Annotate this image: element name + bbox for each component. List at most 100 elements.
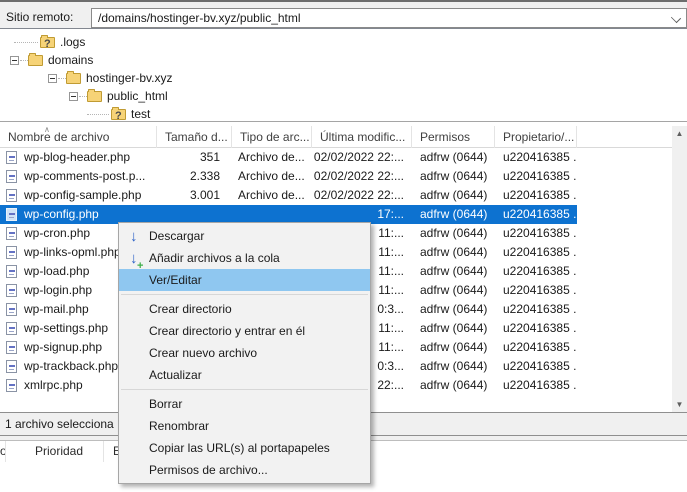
file-owner: u220416385 ... [495, 338, 577, 357]
tree-connector [58, 78, 66, 80]
column-header-perms[interactable]: Permisos [412, 126, 495, 148]
menu-item-create-file[interactable]: Crear nuevo archivo [119, 342, 370, 364]
file-permissions: adfrw (0644) [412, 148, 495, 167]
file-name: wp-blog-header.php [24, 150, 130, 164]
menu-item-label: Crear directorio [149, 302, 232, 316]
remote-tree-pane: .logs domains hostinger-bv.xyz public_ht… [0, 28, 687, 122]
vertical-scrollbar[interactable]: ▲ ▼ [672, 126, 687, 412]
menu-item-create-directory-enter[interactable]: Crear directorio y entrar en él [119, 320, 370, 342]
file-size: 3.001 [157, 186, 232, 205]
chevron-down-icon[interactable] [671, 13, 681, 23]
file-type: Archivo de... [232, 167, 312, 186]
menu-item-create-directory[interactable]: Crear directorio [119, 298, 370, 320]
file-name: wp-links-opml.php [24, 245, 121, 259]
folder-open-icon [87, 91, 102, 102]
table-row[interactable]: wp-blog-header.php 351 Archivo de... 02/… [0, 148, 577, 167]
menu-item-label: Borrar [149, 397, 182, 411]
file-owner: u220416385 ... [495, 224, 577, 243]
menu-item-refresh[interactable]: Actualizar [119, 364, 370, 386]
menu-item-delete[interactable]: Borrar [119, 393, 370, 415]
collapse-expander-icon[interactable] [10, 56, 19, 65]
remote-path-combobox[interactable]: /domains/hostinger-bv.xyz/public_html [91, 8, 687, 28]
file-owner: u220416385 ... [495, 243, 577, 262]
file-icon [6, 189, 17, 202]
file-name: wp-settings.php [24, 321, 108, 335]
menu-item-label: Copiar las URL(s) al portapapeles [149, 441, 330, 455]
menu-item-label: Renombrar [149, 419, 209, 433]
tree-connector [79, 96, 87, 98]
file-name: xmlrpc.php [24, 378, 83, 392]
tree-item-label: hostinger-bv.xyz [86, 70, 172, 87]
file-owner: u220416385 ... [495, 186, 577, 205]
column-header-size[interactable]: Tamaño d... [157, 126, 232, 148]
file-owner: u220416385 ... [495, 319, 577, 338]
add-to-queue-icon: ↓+ [127, 247, 145, 269]
file-owner: u220416385 ... [495, 262, 577, 281]
collapse-expander-icon[interactable] [69, 92, 78, 101]
menu-item-view-edit[interactable]: Ver/Editar [119, 269, 370, 291]
menu-separator [121, 389, 368, 390]
column-header-name[interactable]: Nombre de archivo [0, 126, 157, 148]
file-permissions: adfrw (0644) [412, 262, 495, 281]
file-icon [6, 322, 17, 335]
file-permissions: adfrw (0644) [412, 243, 495, 262]
file-owner: u220416385 ... [495, 205, 577, 224]
file-icon [6, 170, 17, 183]
file-icon [6, 341, 17, 354]
file-modified: 02/02/2022 22:... [312, 167, 412, 186]
tree-item-label: .logs [60, 34, 85, 51]
collapse-expander-icon[interactable] [48, 74, 57, 83]
menu-item-rename[interactable]: Renombrar [119, 415, 370, 437]
queue-column-priority[interactable]: Prioridad [6, 441, 104, 462]
folder-question-icon [111, 109, 126, 120]
file-type: Archivo de... [232, 148, 312, 167]
menu-item-copy-urls[interactable]: Copiar las URL(s) al portapapeles [119, 437, 370, 459]
context-menu: ↓ Descargar ↓+ Añadir archivos a la cola… [118, 222, 371, 484]
tree-connector [87, 114, 109, 116]
menu-item-label: Actualizar [149, 368, 202, 382]
remote-path-value: /domains/hostinger-bv.xyz/public_html [98, 11, 301, 25]
tree-item-label: domains [48, 52, 93, 69]
table-row[interactable]: wp-comments-post.p... 2.338 Archivo de..… [0, 167, 577, 186]
file-icon [6, 227, 17, 240]
file-permissions: adfrw (0644) [412, 281, 495, 300]
column-header-owner[interactable]: Propietario/... [495, 126, 577, 148]
file-owner: u220416385 ... [495, 281, 577, 300]
file-owner: u220416385 ... [495, 300, 577, 319]
column-header-modified[interactable]: Última modific... [312, 126, 412, 148]
file-permissions: adfrw (0644) [412, 205, 495, 224]
menu-separator [121, 294, 368, 295]
tree-connector [20, 60, 28, 62]
tree-connector [14, 42, 38, 44]
menu-item-download[interactable]: ↓ Descargar [119, 225, 370, 247]
file-icon [6, 303, 17, 316]
scroll-up-icon[interactable]: ▲ [672, 126, 687, 141]
scroll-down-icon[interactable]: ▼ [672, 397, 687, 412]
file-list-header: ∧ Nombre de archivo Tamaño d... Tipo de … [0, 126, 687, 148]
file-permissions: adfrw (0644) [412, 224, 495, 243]
file-name: wp-load.php [24, 264, 89, 278]
tree-item-label: public_html [107, 88, 168, 105]
menu-item-label: Crear nuevo archivo [149, 346, 257, 360]
menu-item-label: Ver/Editar [149, 273, 202, 287]
menu-item-add-to-queue[interactable]: ↓+ Añadir archivos a la cola [119, 247, 370, 269]
column-header-type[interactable]: Tipo de arc... [232, 126, 312, 148]
menu-item-file-permissions[interactable]: Permisos de archivo... [119, 459, 370, 481]
file-icon [6, 246, 17, 259]
file-modified: 02/02/2022 22:... [312, 186, 412, 205]
file-modified: 02/02/2022 22:... [312, 148, 412, 167]
toolbar-bottom-edge [0, 0, 687, 7]
file-owner: u220416385 ... [495, 167, 577, 186]
download-icon: ↓ [127, 225, 145, 247]
file-permissions: adfrw (0644) [412, 300, 495, 319]
menu-item-label: Añadir archivos a la cola [149, 251, 280, 265]
file-owner: u220416385 ... [495, 376, 577, 395]
table-row[interactable]: wp-config-sample.php 3.001 Archivo de...… [0, 186, 577, 205]
menu-item-label: Crear directorio y entrar en él [149, 324, 305, 338]
file-owner: u220416385 ... [495, 148, 577, 167]
file-permissions: adfrw (0644) [412, 357, 495, 376]
file-permissions: adfrw (0644) [412, 167, 495, 186]
file-name: wp-mail.php [24, 302, 89, 316]
file-permissions: adfrw (0644) [412, 376, 495, 395]
file-name: wp-comments-post.p... [24, 169, 145, 183]
